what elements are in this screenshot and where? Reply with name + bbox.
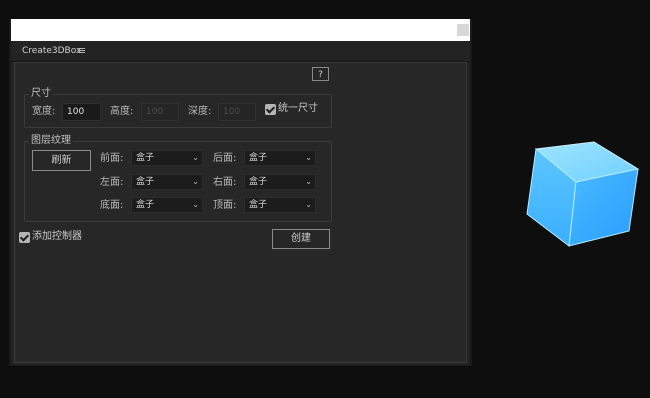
size-group-legend: 尺寸 — [31, 88, 51, 99]
height-input[interactable]: 100 — [141, 103, 179, 121]
back-face-value: 盒子 — [249, 153, 268, 163]
back-face-label: 后面: — [213, 153, 237, 164]
bottom-face-label: 底面: — [100, 200, 124, 211]
cube-preview — [526, 141, 640, 247]
window-titlebar[interactable] — [11, 19, 470, 41]
right-face-label: 右面: — [213, 177, 237, 188]
width-label: 宽度: — [32, 106, 56, 117]
width-input[interactable]: 100 — [62, 103, 101, 121]
chevron-down-icon: ⌄ — [305, 177, 312, 186]
texture-group-legend: 图层纹理 — [31, 135, 71, 146]
uniform-size-label: 统一尺寸 — [278, 103, 318, 114]
left-face-select[interactable]: 盒子 ⌄ — [131, 174, 203, 190]
chevron-down-icon: ⌄ — [305, 153, 312, 162]
uniform-size-checkbox[interactable] — [265, 104, 276, 115]
top-face-value: 盒子 — [249, 200, 268, 210]
front-face-label: 前面: — [100, 153, 124, 164]
bottom-face-select[interactable]: 盒子 ⌄ — [131, 197, 203, 213]
right-face-value: 盒子 — [249, 177, 268, 187]
height-label: 高度: — [110, 106, 134, 117]
top-face-select[interactable]: 盒子 ⌄ — [244, 197, 316, 213]
add-controller-checkbox[interactable] — [19, 232, 30, 243]
chevron-down-icon: ⌄ — [305, 200, 312, 209]
front-face-select[interactable]: 盒子 ⌄ — [131, 150, 203, 166]
left-face-label: 左面: — [100, 177, 124, 188]
chevron-down-icon: ⌄ — [192, 177, 199, 186]
top-face-label: 顶面: — [213, 200, 237, 211]
add-controller-label: 添加控制器 — [32, 231, 82, 242]
back-face-select[interactable]: 盒子 ⌄ — [244, 150, 316, 166]
right-face-select[interactable]: 盒子 ⌄ — [244, 174, 316, 190]
panel-tab-title[interactable]: Create3DBox — [22, 46, 81, 57]
chevron-down-icon: ⌄ — [192, 153, 199, 162]
chevron-down-icon: ⌄ — [192, 200, 199, 209]
bottom-face-value: 盒子 — [136, 200, 155, 210]
refresh-button[interactable]: 刷新 — [32, 150, 91, 171]
front-face-value: 盒子 — [136, 153, 155, 163]
depth-label: 深度: — [188, 106, 212, 117]
window-control-button[interactable] — [457, 24, 469, 36]
panel-menu-icon[interactable]: ≡ — [77, 45, 86, 57]
help-button[interactable]: ? — [312, 67, 329, 81]
left-face-value: 盒子 — [136, 177, 155, 187]
depth-input[interactable]: 100 — [218, 103, 256, 121]
create-button[interactable]: 创建 — [272, 229, 330, 249]
